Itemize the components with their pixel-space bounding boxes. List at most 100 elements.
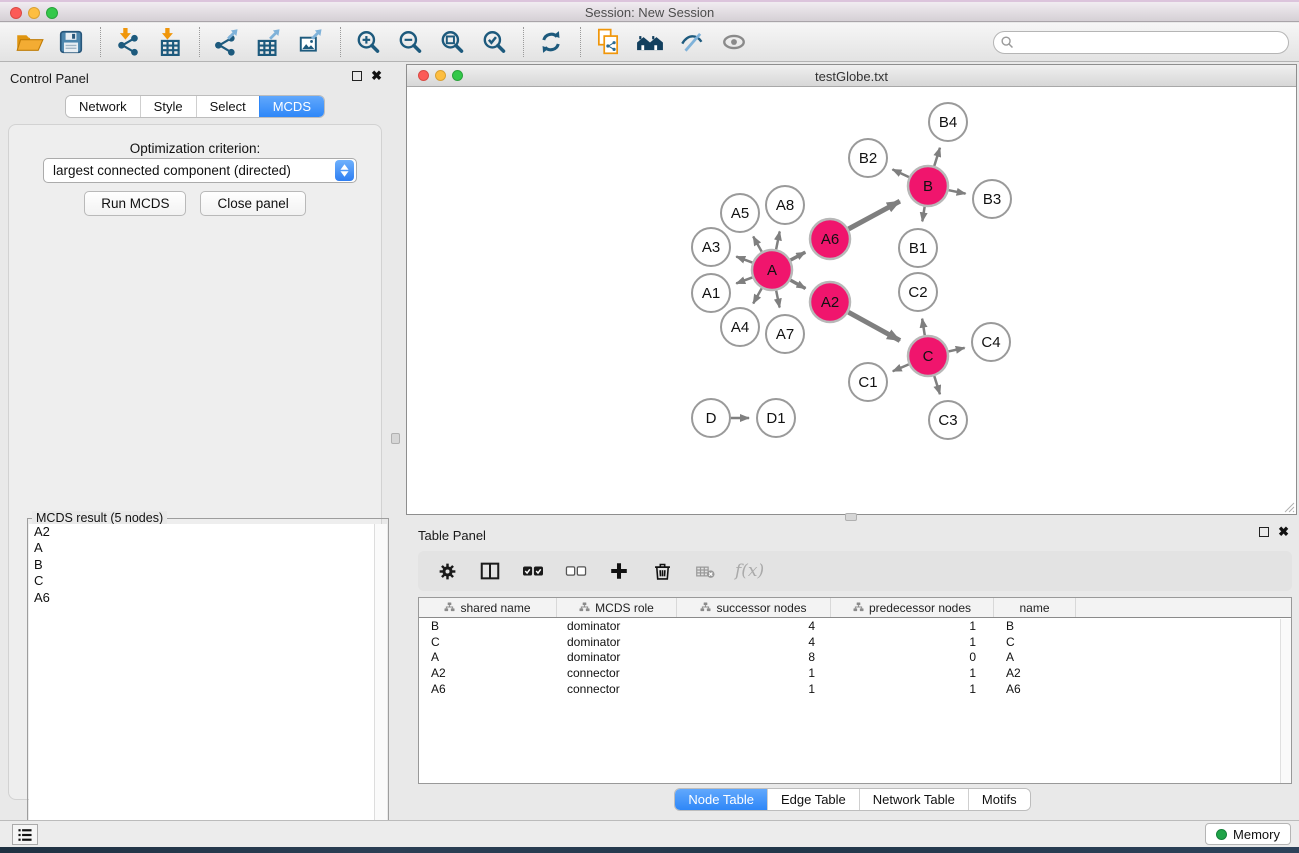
tab-network[interactable]: Network — [66, 96, 140, 117]
close-panel-icon[interactable]: ✖ — [371, 71, 382, 81]
table-row[interactable]: A6connector11A6 — [419, 681, 1291, 697]
column-header-name[interactable]: name — [994, 598, 1076, 617]
deselect-all-checkboxes-icon[interactable] — [563, 558, 589, 584]
edge-A-A2[interactable] — [790, 280, 805, 288]
table-cell[interactable]: C — [419, 635, 557, 649]
criterion-dropdown[interactable]: largest connected component (directed) — [43, 158, 357, 183]
network-graph[interactable]: B4B2BB3A5A8A6A3B1AA1C2A2A4A7C4CC1DD1C3 — [407, 87, 1296, 514]
edge-A-A1[interactable] — [736, 277, 752, 283]
table-cell[interactable]: A — [419, 650, 557, 664]
result-list-scrollbar[interactable] — [374, 524, 387, 853]
tab-network-table[interactable]: Network Table — [859, 789, 968, 810]
memory-button[interactable]: Memory — [1205, 823, 1291, 845]
table-cell[interactable]: dominator — [557, 619, 677, 633]
edge-C-C2[interactable] — [922, 319, 925, 336]
vertical-splitter[interactable] — [390, 62, 406, 820]
table-settings-gear-icon[interactable] — [434, 558, 460, 584]
table-scrollbar[interactable] — [1280, 619, 1291, 783]
edge-A6-B[interactable] — [848, 201, 899, 229]
export-network-icon[interactable] — [210, 25, 244, 59]
mcds-result-item[interactable]: A — [29, 540, 374, 556]
mcds-result-item[interactable]: A2 — [29, 524, 374, 540]
table-row[interactable]: Adominator80A — [419, 649, 1291, 665]
table-cell[interactable]: connector — [557, 682, 677, 696]
edge-A-A4[interactable] — [753, 288, 762, 303]
table-row[interactable]: Bdominator41B — [419, 618, 1291, 634]
tab-select[interactable]: Select — [196, 96, 259, 117]
zoom-out-icon[interactable] — [393, 25, 427, 59]
zoom-in-icon[interactable] — [351, 25, 385, 59]
table-close-panel-icon[interactable]: ✖ — [1278, 527, 1289, 537]
table-cell[interactable]: B — [994, 619, 1076, 633]
table-cell[interactable]: B — [419, 619, 557, 633]
column-header-MCDS-role[interactable]: MCDS role — [557, 598, 677, 617]
edge-A-A5[interactable] — [753, 237, 762, 252]
vertical-splitter-handle[interactable] — [391, 433, 400, 444]
edge-A-A3[interactable] — [736, 257, 752, 263]
zoom-selected-icon[interactable] — [477, 25, 511, 59]
edge-C-C3[interactable] — [934, 376, 940, 394]
export-table-icon[interactable] — [252, 25, 286, 59]
table-cell[interactable]: connector — [557, 666, 677, 680]
open-session-icon[interactable] — [12, 25, 46, 59]
delete-column-trash-icon[interactable] — [649, 558, 675, 584]
search-input[interactable] — [993, 31, 1289, 54]
task-history-button[interactable] — [12, 824, 38, 845]
tab-edge-table[interactable]: Edge Table — [767, 789, 859, 810]
edge-B-B3[interactable] — [949, 190, 966, 193]
table-cell[interactable]: dominator — [557, 635, 677, 649]
table-cell[interactable]: A2 — [994, 666, 1076, 680]
export-image-icon[interactable] — [294, 25, 328, 59]
column-header-shared-name[interactable]: shared name — [419, 598, 557, 617]
mcds-result-item[interactable]: C — [29, 573, 374, 589]
mcds-result-item[interactable]: A6 — [29, 590, 374, 606]
tab-node-table[interactable]: Node Table — [675, 789, 767, 810]
table-cell[interactable]: 4 — [677, 619, 831, 633]
table-row[interactable]: A2connector11A2 — [419, 665, 1291, 681]
mcds-result-item[interactable]: B — [29, 557, 374, 573]
close-panel-button[interactable]: Close panel — [200, 191, 305, 216]
run-mcds-button[interactable]: Run MCDS — [84, 191, 186, 216]
tab-style[interactable]: Style — [140, 96, 196, 117]
edge-C-C4[interactable] — [948, 348, 964, 352]
import-network-icon[interactable] — [111, 25, 145, 59]
table-cell[interactable]: 1 — [677, 666, 831, 680]
table-cell[interactable]: A — [994, 650, 1076, 664]
add-column-plus-icon[interactable] — [606, 558, 632, 584]
show-eye-icon[interactable] — [717, 25, 751, 59]
refresh-icon[interactable] — [534, 25, 568, 59]
save-session-icon[interactable] — [54, 25, 88, 59]
cybrowser-home-icon[interactable] — [633, 25, 667, 59]
table-float-panel-icon[interactable] — [1259, 527, 1269, 537]
select-all-checkboxes-icon[interactable] — [520, 558, 546, 584]
table-cell[interactable]: 0 — [831, 650, 994, 664]
edge-B-B2[interactable] — [892, 169, 909, 177]
clone-network-icon[interactable] — [591, 25, 625, 59]
table-cell[interactable]: A6 — [994, 682, 1076, 696]
table-cell[interactable]: 1 — [677, 682, 831, 696]
edge-B-B1[interactable] — [922, 207, 924, 222]
float-panel-icon[interactable] — [352, 71, 362, 81]
table-cell[interactable]: C — [994, 635, 1076, 649]
table-cell[interactable]: 1 — [831, 682, 994, 696]
table-cell[interactable]: 1 — [831, 635, 994, 649]
hide-panel-eye-icon[interactable] — [675, 25, 709, 59]
table-cell[interactable]: A6 — [419, 682, 557, 696]
network-canvas[interactable]: B4B2BB3A5A8A6A3B1AA1C2A2A4A7C4CC1DD1C3 — [407, 87, 1296, 514]
column-header-predecessor-nodes[interactable]: predecessor nodes — [831, 598, 994, 617]
edge-A-A6[interactable] — [791, 252, 806, 260]
table-row[interactable]: Cdominator41C — [419, 634, 1291, 650]
table-cell[interactable]: A2 — [419, 666, 557, 680]
zoom-fit-icon[interactable] — [435, 25, 469, 59]
edge-A2-C[interactable] — [848, 312, 900, 340]
table-cell[interactable]: 8 — [677, 650, 831, 664]
edge-A-A8[interactable] — [776, 231, 780, 249]
tab-motifs[interactable]: Motifs — [968, 789, 1030, 810]
table-cell[interactable]: 1 — [831, 666, 994, 680]
column-layout-icon[interactable] — [477, 558, 503, 584]
import-table-icon[interactable] — [153, 25, 187, 59]
resize-grip-icon[interactable] — [1283, 501, 1295, 513]
table-cell[interactable]: 4 — [677, 635, 831, 649]
column-header-successor-nodes[interactable]: successor nodes — [677, 598, 831, 617]
table-cell[interactable]: 1 — [831, 619, 994, 633]
